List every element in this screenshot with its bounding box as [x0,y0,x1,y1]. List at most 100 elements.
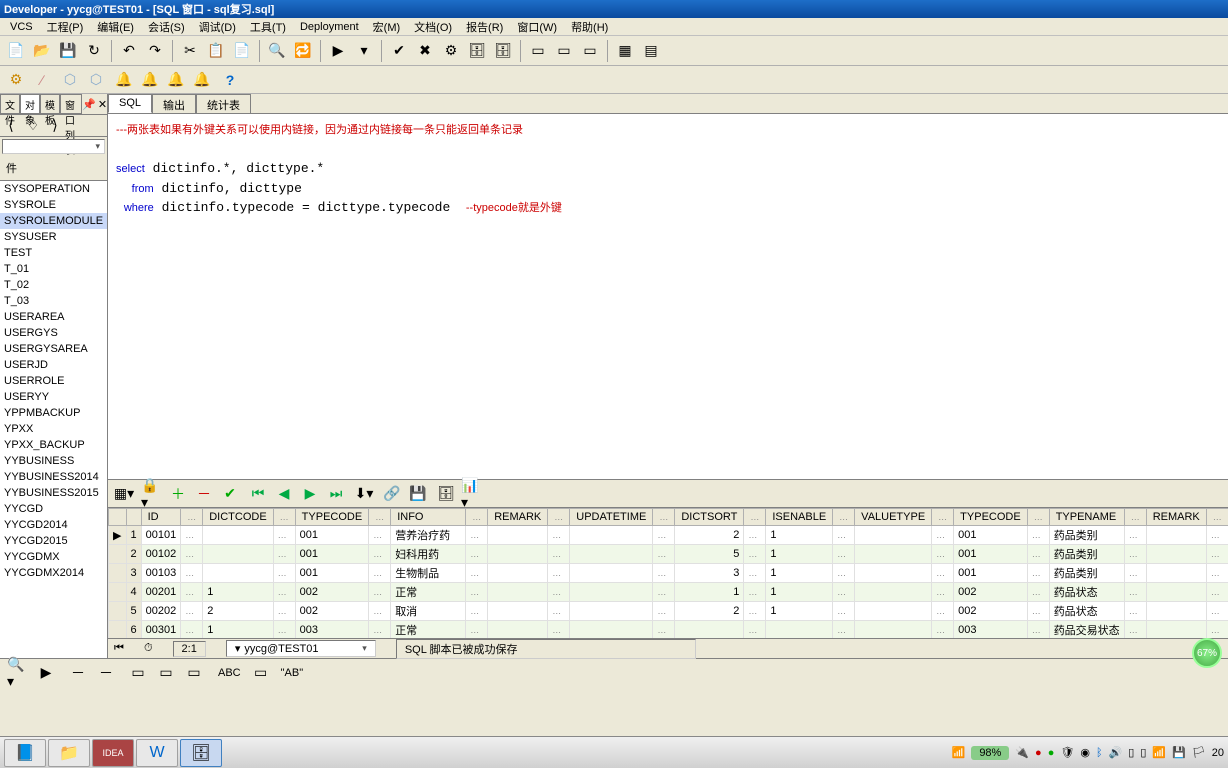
bf-x2-icon[interactable]: － [94,661,118,685]
tab-objects[interactable]: 对象 [20,94,40,113]
menu-window[interactable]: 窗口(W) [511,18,563,36]
object-item[interactable]: YPPMBACKUP [0,405,107,421]
table-row[interactable]: 500202…2…002…取消………2…1……002…药品状态………… [109,602,1228,621]
task-app2[interactable]: 📁 [48,739,90,767]
object-item[interactable]: USERAREA [0,309,107,325]
bf-x1-icon[interactable]: － [66,661,90,685]
tab-sql[interactable]: SQL [108,94,152,113]
tab-window-list[interactable]: 窗口列表 [60,94,82,113]
menu-edit[interactable]: 编辑(E) [91,18,140,36]
wand-icon[interactable]: ∕ [30,68,54,92]
execute-icon[interactable]: ▶ [326,39,350,63]
tab-output[interactable]: 输出 [152,94,196,113]
tab-templates[interactable]: 模板 [40,94,60,113]
conn-dropdown[interactable]: ▾yycg@TEST01 [226,640,376,657]
menu-help[interactable]: 帮助(H) [565,18,614,36]
beauty2-icon[interactable]: 🔔 [138,68,162,92]
menu-document[interactable]: 文档(O) [408,18,458,36]
record-nav-icon[interactable]: ⏮ [114,642,124,655]
window1-icon[interactable]: ▭ [526,39,550,63]
bf-opt1-icon[interactable]: ▭ [126,661,150,685]
col-header[interactable]: DICTCODE [203,509,273,526]
object-item[interactable]: YYCGD2014 [0,517,107,533]
menu-macro[interactable]: 宏(M) [367,18,407,36]
col-header[interactable]: ID [141,509,181,526]
object-item[interactable]: YYBUSINESS2014 [0,469,107,485]
tray-vol-icon[interactable]: 🔊 [1109,746,1123,759]
table-row[interactable]: 400201…1…002…正常………1…1……002…药品状态………… [109,583,1228,602]
object-item[interactable]: SYSROLE [0,197,107,213]
col-header[interactable]: TYPECODE [954,509,1028,526]
find-icon[interactable]: 🔍 [265,39,289,63]
col-header[interactable]: ISENABLE [766,509,833,526]
object-item[interactable]: T_02 [0,277,107,293]
col-header[interactable]: REMARK [1146,509,1206,526]
bf-opt4-icon[interactable]: ▭ [249,661,273,685]
paste-icon[interactable]: 📄 [230,39,254,63]
object-item[interactable]: YYCGD [0,501,107,517]
replace-icon[interactable]: 🔁 [291,39,315,63]
tray-nvidia-icon[interactable]: ◉ [1080,746,1090,759]
task-plsql[interactable]: 🗄 [180,739,222,767]
tray-net-icon[interactable]: 📶 [952,746,966,759]
copy-icon[interactable]: 📋 [204,39,228,63]
db2-icon[interactable]: 🗄 [491,39,515,63]
post-icon[interactable]: ✔ [218,482,242,506]
object-item[interactable]: USERGYS [0,325,107,341]
task-idea[interactable]: IDEA [92,739,134,767]
object-item[interactable]: YYCGD2015 [0,533,107,549]
tray-flag-icon[interactable]: 🏳 [1192,746,1206,759]
tool-a-icon[interactable]: ⟨ [2,117,20,135]
object-item[interactable]: SYSOPERATION [0,181,107,197]
object-item[interactable]: TEST [0,245,107,261]
redo-icon[interactable]: ↷ [143,39,167,63]
tile-icon[interactable]: ▤ [639,39,663,63]
last-icon[interactable]: ⏭ [324,482,348,506]
prev-icon[interactable]: ◀ [272,482,296,506]
table-row[interactable]: 600301…1…003…正常………………003…药品交易状态………… [109,621,1228,639]
cascade-icon[interactable]: ▦ [613,39,637,63]
col-header[interactable]: TYPENAME [1049,509,1124,526]
object-item[interactable]: YYCGDMX [0,549,107,565]
object-item[interactable]: USERJD [0,357,107,373]
object-item[interactable]: YYCGDMX2014 [0,565,107,581]
menu-vcs[interactable]: VCS [4,20,39,34]
bf-opt2-icon[interactable]: ▭ [154,661,178,685]
menu-report[interactable]: 报告(R) [460,18,509,36]
undo-icon[interactable]: ↶ [117,39,141,63]
tray-signal-icon[interactable]: 📶 [1152,746,1166,759]
db1-icon[interactable]: 🗄 [465,39,489,63]
tray-shield-icon[interactable]: 🛡 [1060,746,1074,759]
col-header[interactable]: REMARK [488,509,548,526]
chart-icon[interactable]: 📊▾ [460,482,484,506]
obj-icon[interactable]: ⬡ [58,68,82,92]
execute-dd-icon[interactable]: ▾ [352,39,376,63]
next-icon[interactable]: ▶ [298,482,322,506]
tool-b-icon[interactable]: ♢ [24,117,42,135]
menu-debug[interactable]: 调试(D) [193,18,242,36]
lock-icon[interactable]: 🔒▾ [140,482,164,506]
filter-dropdown[interactable] [2,139,105,154]
bf-opt3-icon[interactable]: ▭ [182,661,206,685]
object-item[interactable]: T_03 [0,293,107,309]
tray-dot-green-icon[interactable]: ● [1048,747,1055,759]
beauty3-icon[interactable]: 🔔 [164,68,188,92]
table-row[interactable]: 300103……001…生物制品………3…1……001…药品类别………… [109,564,1228,583]
object-item[interactable]: YPXX_BACKUP [0,437,107,453]
object-item[interactable]: USERYY [0,389,107,405]
menu-session[interactable]: 会话(S) [142,18,191,36]
refresh-icon[interactable]: ↻ [82,39,106,63]
obj2-icon[interactable]: ⬡ [84,68,108,92]
help-icon[interactable]: ? [218,68,242,92]
cut-icon[interactable]: ✂ [178,39,202,63]
object-item[interactable]: YYBUSINESS2015 [0,485,107,501]
menu-tools[interactable]: 工具(T) [244,18,292,36]
col-header[interactable]: DICTSORT [675,509,744,526]
commit-icon[interactable]: ✔ [387,39,411,63]
tray-dot-red-icon[interactable]: ● [1035,747,1042,759]
table-row[interactable]: ▶100101……001…营养治疗药………2…1……001…药品类别………… [109,526,1228,545]
table-row[interactable]: 200102……001…妇科用药………5…1……001…药品类别………… [109,545,1228,564]
session-icon[interactable]: ⚙ [439,39,463,63]
gear-icon[interactable]: ⚙ [4,68,28,92]
object-item[interactable]: USERGYSAREA [0,341,107,357]
